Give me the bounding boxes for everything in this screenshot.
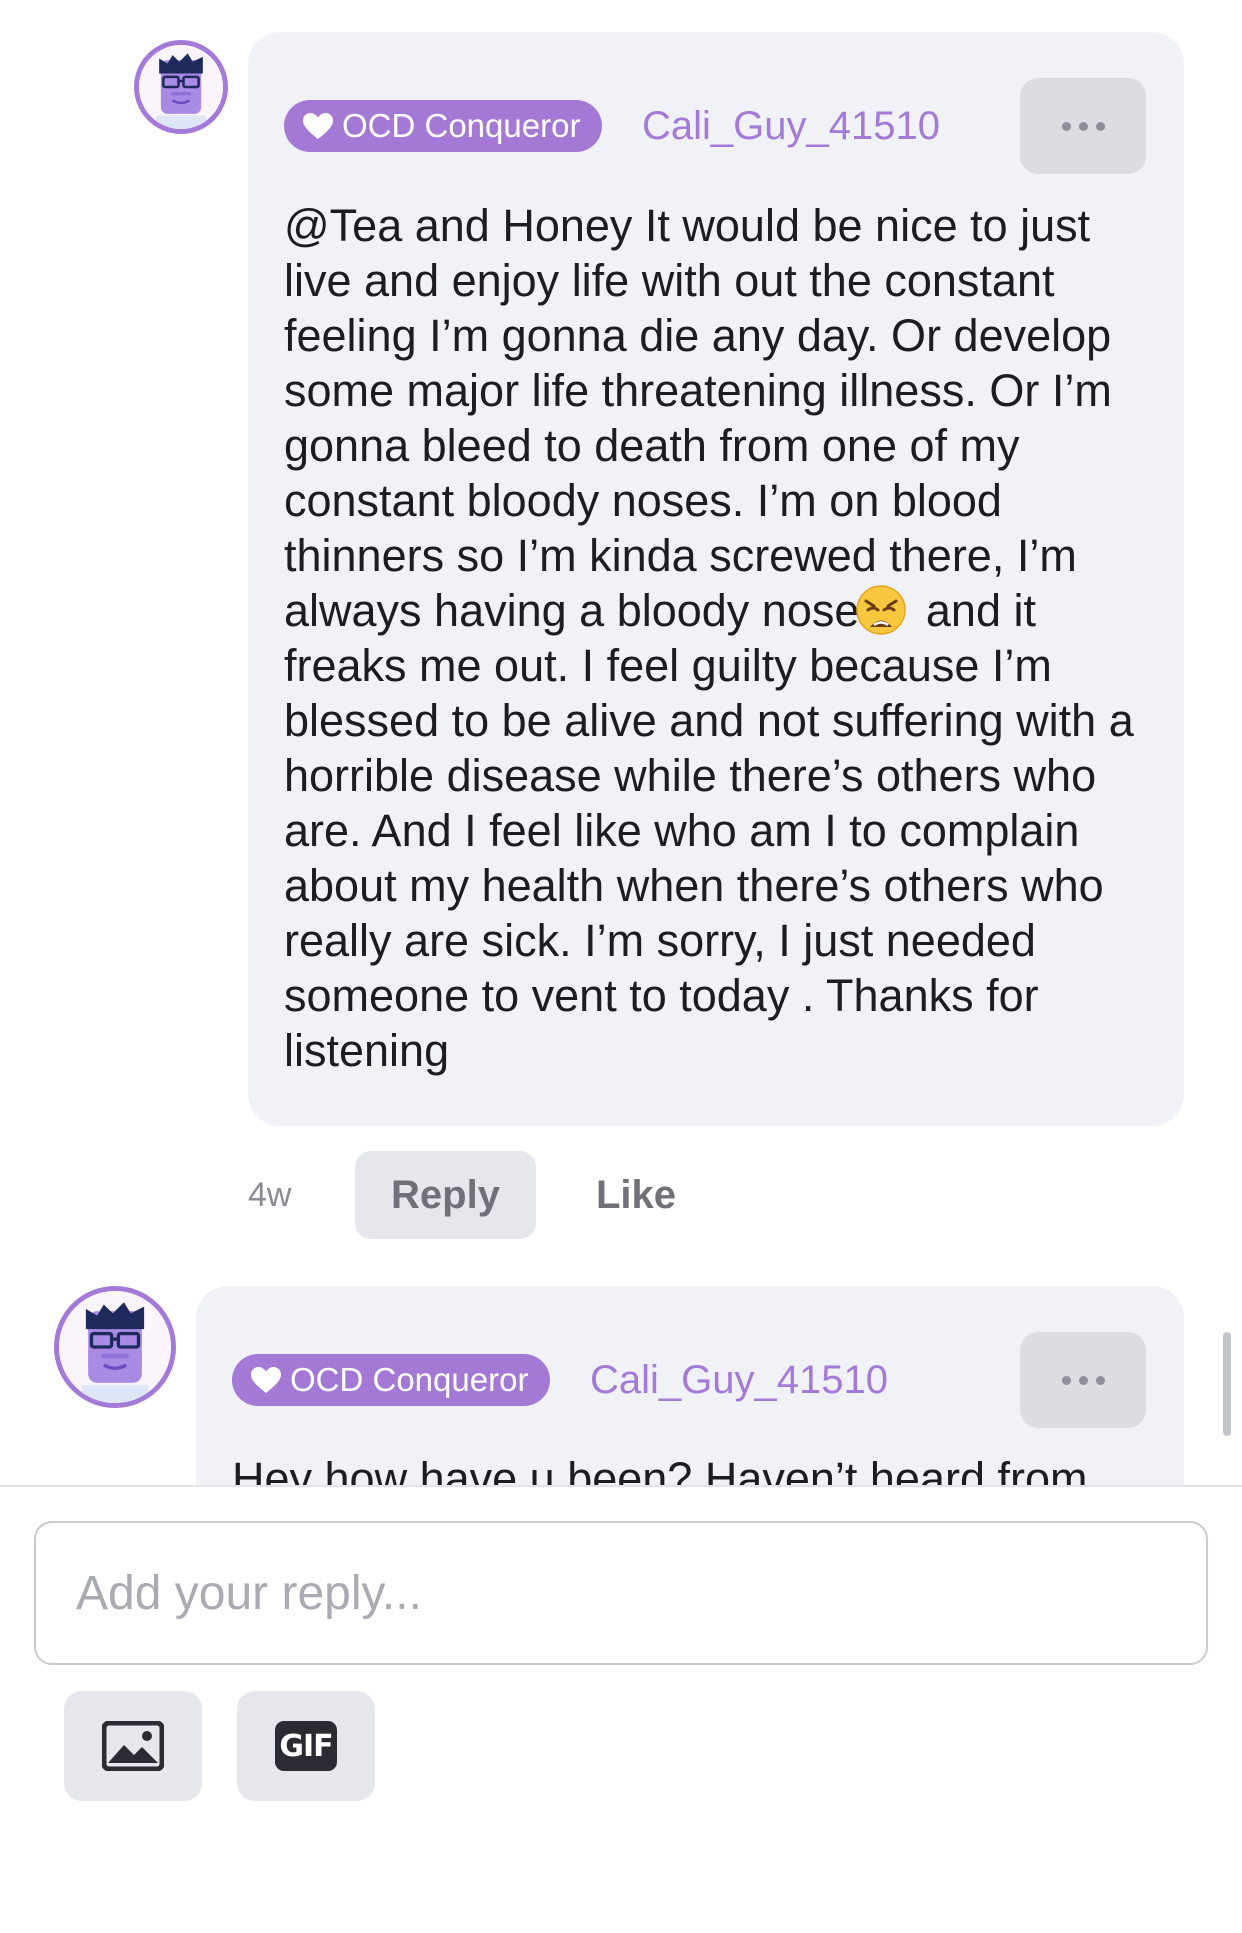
image-icon: [102, 1721, 164, 1771]
avatar[interactable]: [134, 40, 228, 134]
add-gif-button[interactable]: GIF: [237, 1691, 375, 1801]
user-avatar-icon: [139, 45, 223, 129]
more-dot-icon: [1078, 1375, 1088, 1385]
reply-button[interactable]: Reply: [355, 1151, 536, 1239]
like-button[interactable]: Like: [596, 1172, 676, 1218]
comment-text-part-1: @Tea and Honey It would be nice to just …: [284, 200, 1112, 636]
community-badge[interactable]: OCD Conqueror: [284, 100, 603, 152]
more-dot-icon: [1078, 121, 1088, 131]
more-dot-icon: [1095, 1375, 1105, 1385]
comment-text-part-2: and it freaks me out. I feel guilty beca…: [284, 585, 1134, 1076]
comment-bubble: OCD Conqueror Cali_Guy_41510 @Tea and Ho…: [248, 32, 1184, 1126]
heart-icon: [303, 113, 333, 139]
more-options-button[interactable]: [1020, 1332, 1146, 1428]
reply-composer: GIF: [0, 1485, 1242, 1933]
badge-label: OCD Conqueror: [290, 1361, 529, 1398]
username-link[interactable]: Cali_Guy_41510: [642, 100, 940, 152]
more-options-button[interactable]: [1020, 78, 1146, 174]
gif-icon: GIF: [275, 1721, 337, 1771]
user-avatar-icon: [59, 1291, 171, 1403]
comment-body: @Tea and Honey It would be nice to just …: [284, 198, 1162, 1078]
username-link[interactable]: Cali_Guy_41510: [590, 1354, 888, 1406]
more-dot-icon: [1095, 121, 1105, 131]
more-dot-icon: [1061, 1375, 1071, 1385]
community-badge[interactable]: OCD Conqueror: [232, 1354, 551, 1406]
comment-timestamp: 4w: [248, 1176, 292, 1214]
scrollbar[interactable]: [1223, 1332, 1231, 1436]
weary-face-emoji-icon: [856, 585, 907, 635]
avatar[interactable]: [54, 1286, 176, 1408]
more-dot-icon: [1061, 121, 1071, 131]
heart-icon: [251, 1367, 281, 1393]
reply-input[interactable]: [34, 1521, 1208, 1665]
badge-label: OCD Conqueror: [342, 107, 581, 144]
add-image-button[interactable]: [64, 1691, 202, 1801]
